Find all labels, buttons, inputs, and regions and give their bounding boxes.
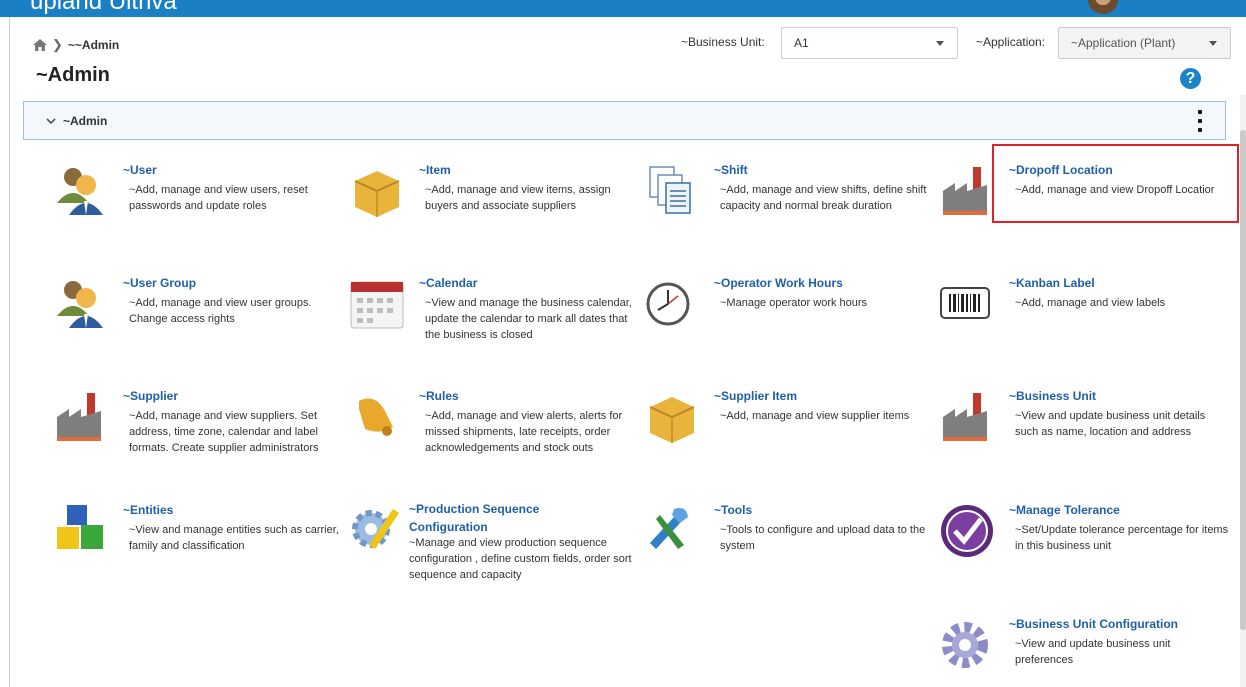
highlight-box	[992, 144, 1239, 223]
tile-title[interactable]: ~Kanban Label	[1009, 276, 1095, 290]
caret-down-icon	[1209, 40, 1217, 46]
tile-description: ~Add, manage and view shifts, define shi…	[720, 184, 927, 212]
business-unit-select[interactable]: A1	[781, 27, 958, 59]
tile-description: ~Add, manage and view user groups. Chang…	[129, 297, 312, 325]
page-title: ~Admin	[36, 64, 110, 86]
kebab-menu-icon[interactable]	[1198, 110, 1202, 132]
box-icon	[354, 171, 400, 217]
tile-description: ~Add, manage and view alerts, alerts for…	[425, 410, 623, 454]
tile-title[interactable]: ~User	[123, 163, 157, 177]
tile-title[interactable]: ~Manage Tolerance	[1009, 503, 1120, 517]
scrollbar-thumb[interactable]	[1240, 130, 1246, 630]
gear-icon	[942, 622, 988, 668]
brand-logo: upland Ultriva	[30, 0, 177, 15]
business-unit-value: A1	[794, 36, 809, 50]
gear-pencil-icon	[352, 509, 399, 549]
tools-icon	[650, 508, 688, 549]
bell-icon	[359, 398, 393, 436]
tile-title[interactable]: ~Supplier Item	[714, 389, 797, 403]
tile-title[interactable]: ~Business Unit Configuration	[1009, 617, 1178, 631]
tile-description: ~View and update business unit details s…	[1015, 410, 1206, 438]
chevron-right-icon: ❯	[52, 37, 63, 52]
tile-title[interactable]: ~Item	[419, 163, 451, 177]
factory-icon	[943, 393, 987, 441]
users-icon	[57, 168, 103, 215]
tile-title[interactable]: ~Production Sequence Configuration	[409, 500, 599, 536]
box-icon	[649, 397, 695, 443]
factory-icon	[943, 167, 987, 215]
app-header: upland Ultriva	[0, 0, 1246, 17]
cubes-icon	[57, 505, 103, 549]
home-icon[interactable]	[33, 39, 47, 51]
chevron-down-icon[interactable]	[46, 116, 56, 126]
tile-description: ~Add, manage and view supplier items	[720, 410, 910, 422]
tile-description: ~Set/Update tolerance percentage for ite…	[1015, 524, 1229, 552]
factory-icon	[57, 393, 101, 441]
tile-title[interactable]: ~Tools	[714, 503, 752, 517]
tile-description: ~Manage operator work hours	[720, 297, 868, 309]
left-border	[9, 17, 10, 687]
admin-panel-header[interactable]: ~Admin	[23, 101, 1226, 140]
tile-description: ~Add, manage and view suppliers. Set add…	[129, 410, 319, 454]
user-avatar[interactable]	[1088, 0, 1118, 14]
tile-title[interactable]: ~Entities	[123, 503, 173, 517]
checkmark-badge-icon	[941, 505, 993, 557]
clock-icon	[646, 282, 690, 326]
tile-title[interactable]: ~User Group	[123, 276, 196, 290]
application-select[interactable]: ~Application (Plant)	[1058, 27, 1231, 59]
tile-description: ~View and manage the business calendar, …	[425, 297, 632, 341]
tile-title[interactable]: ~Calendar	[419, 276, 477, 290]
calendar-icon	[350, 281, 404, 329]
tile-title[interactable]: ~Rules	[419, 389, 459, 403]
tile-description: ~View and manage entities such as carrie…	[129, 524, 339, 552]
breadcrumb: ❯ ~~Admin	[33, 37, 119, 53]
tile-title[interactable]: ~Shift	[714, 163, 748, 177]
tile-title[interactable]: ~Supplier	[123, 389, 178, 403]
tile-description: ~Add, manage and view labels	[1015, 297, 1166, 309]
caret-down-icon	[936, 40, 944, 46]
tile-title[interactable]: ~Operator Work Hours	[714, 276, 843, 290]
help-icon[interactable]: ?	[1180, 68, 1201, 89]
barcode-icon	[940, 287, 990, 319]
tile-description: ~Tools to configure and upload data to t…	[720, 524, 926, 552]
tile-description: ~Add, manage and view items, assign buye…	[425, 184, 611, 212]
tile-title[interactable]: ~Business Unit	[1009, 389, 1096, 403]
panel-title: ~Admin	[63, 113, 108, 128]
tile-description: ~Add, manage and view users, reset passw…	[129, 184, 308, 212]
tile-description: ~View and update business unit preferenc…	[1015, 638, 1171, 666]
application-label: ~Application:	[976, 35, 1046, 49]
tile-description: ~Manage and view production sequence con…	[409, 537, 632, 581]
application-value: ~Application (Plant)	[1071, 36, 1176, 50]
business-unit-label: ~Business Unit:	[681, 35, 765, 49]
users-icon	[57, 281, 103, 328]
breadcrumb-current[interactable]: ~~Admin	[68, 38, 119, 52]
documents-icon	[649, 166, 691, 214]
